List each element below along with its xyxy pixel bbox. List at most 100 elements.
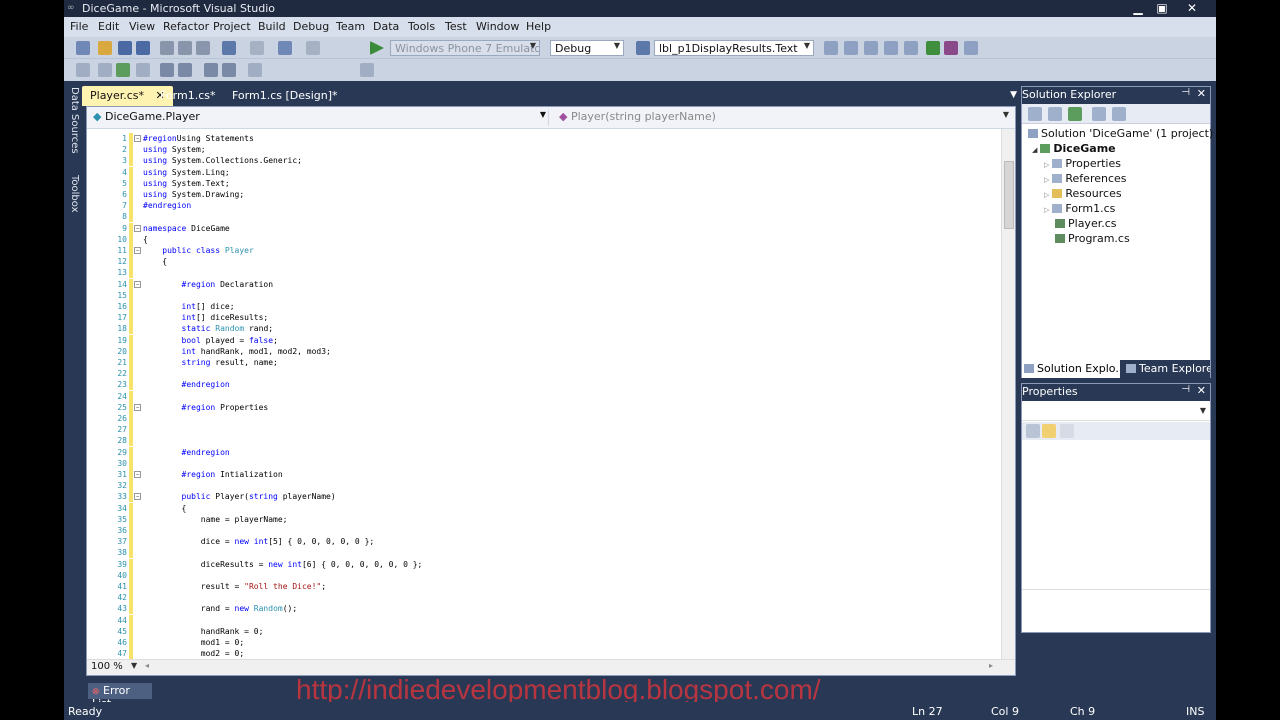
bookmark-icon[interactable] <box>248 63 262 77</box>
tree-project[interactable]: ◢ DiceGame <box>1032 142 1116 155</box>
code-line[interactable]: 39 diceResults = new int[6] { 0, 0, 0, 0… <box>87 558 1001 570</box>
code-line[interactable]: 37 dice = new int[5] { 0, 0, 0, 0, 0 }; <box>87 536 1001 548</box>
code-line[interactable]: 31− #region Intialization <box>87 469 1001 480</box>
code-line[interactable]: 15 <box>87 289 1001 301</box>
collapse-icon[interactable]: ◢ <box>1032 146 1037 154</box>
menu-data[interactable]: Data <box>373 20 399 33</box>
cut-icon[interactable] <box>160 41 174 55</box>
code-line[interactable]: 33− public Player(string playerName) <box>87 491 1001 503</box>
type-dropdown[interactable]: ◆ DiceGame.Player ▼ <box>89 110 549 126</box>
code-line[interactable]: 26 <box>87 413 1001 424</box>
code-line[interactable]: 34 { <box>87 502 1001 514</box>
code-line[interactable]: 41 result = "Roll the Dice!"; <box>87 581 1001 592</box>
menu-test[interactable]: Test <box>445 20 467 33</box>
parameter-info-icon[interactable] <box>98 63 112 77</box>
code-line[interactable]: 1− #regionUsing Statements <box>87 133 1001 144</box>
tab-overflow-icon[interactable]: ▼ <box>1010 90 1017 100</box>
code-line[interactable]: 30 <box>87 457 1001 469</box>
find-combo[interactable]: lbl_p1DisplayResults.Text ▼ <box>654 40 814 56</box>
scroll-right-icon[interactable]: ▸ <box>989 661 993 670</box>
close-icon[interactable]: ✕ <box>1197 87 1206 100</box>
copy-icon[interactable] <box>178 41 192 55</box>
menu-help[interactable]: Help <box>526 20 551 33</box>
tree-player-cs[interactable]: Player.cs <box>1055 217 1117 230</box>
code-line[interactable]: 27 <box>87 424 1001 436</box>
object-select[interactable]: ▼ <box>1022 403 1210 421</box>
properties-window-icon[interactable] <box>844 41 858 55</box>
scroll-thumb[interactable] <box>1004 161 1014 229</box>
redo-icon[interactable] <box>250 41 264 55</box>
collapse-region-icon[interactable]: − <box>134 403 141 411</box>
collapse-region-icon[interactable]: − <box>134 493 141 501</box>
code-line[interactable]: 18 static Random rand; <box>87 323 1001 335</box>
start-debugging-icon[interactable] <box>370 41 384 55</box>
tree-program-cs[interactable]: Program.cs <box>1055 232 1130 245</box>
save-icon[interactable] <box>118 41 132 55</box>
code-line[interactable]: 35 name = playerName; <box>87 513 1001 525</box>
tools-icon[interactable] <box>904 41 918 55</box>
code-line[interactable]: 43 rand = new Random(); <box>87 603 1001 615</box>
code-line[interactable]: 25− #region Properties <box>87 401 1001 413</box>
command-window-icon[interactable] <box>944 41 958 55</box>
code-line[interactable]: 13 <box>87 267 1001 279</box>
menu-window[interactable]: Window <box>476 20 519 33</box>
code-line[interactable]: 22 <box>87 368 1001 380</box>
paste-icon[interactable] <box>196 41 210 55</box>
error-list-tab[interactable]: ⊗ Error List <box>88 683 152 710</box>
code-line[interactable]: 47 mod2 = 0; <box>87 648 1001 659</box>
start-page-icon[interactable] <box>964 41 978 55</box>
tree-references[interactable]: ▷ References <box>1044 172 1127 185</box>
pin-icon[interactable]: ⊣ <box>1181 384 1190 395</box>
code-line[interactable]: 46 mod1 = 0; <box>87 637 1001 648</box>
code-line[interactable]: 20 int handRank, mod1, mod2, mod3; <box>87 345 1001 357</box>
code-line[interactable]: 32 <box>87 480 1001 492</box>
data-sources-tab[interactable]: Data Sources <box>64 87 80 167</box>
vertical-scrollbar[interactable] <box>1001 129 1015 659</box>
tab-form1-cs[interactable]: Form1.cs* <box>152 86 223 106</box>
view-designer-icon[interactable] <box>1112 107 1126 121</box>
alphabetical-icon[interactable] <box>1042 424 1056 438</box>
chevron-down-icon[interactable]: ▼ <box>131 661 137 670</box>
code-line[interactable]: 45 handRank = 0; <box>87 625 1001 637</box>
word-completion-icon[interactable] <box>136 63 150 77</box>
menu-refactor[interactable]: Refactor <box>163 20 209 33</box>
tree-properties[interactable]: ▷ Properties <box>1044 157 1121 170</box>
code-line[interactable]: 2 using System; <box>87 144 1001 156</box>
menu-team[interactable]: Team <box>336 20 365 33</box>
code-line[interactable]: 44 <box>87 614 1001 626</box>
code-line[interactable]: 24 <box>87 390 1001 402</box>
platform-select[interactable]: Windows Phone 7 Emulator ▼ <box>390 40 540 56</box>
member-dropdown[interactable]: ◆ Player(string playerName) ▼ <box>555 110 1011 126</box>
collapse-region-icon[interactable]: − <box>134 224 141 232</box>
code-line[interactable]: 5 using System.Text; <box>87 177 1001 189</box>
code-line[interactable]: 7 #endregion <box>87 200 1001 212</box>
close-icon[interactable]: ✕ <box>1197 384 1206 397</box>
save-all-icon[interactable] <box>136 41 150 55</box>
tree-form1[interactable]: ▷ Form1.cs <box>1044 202 1115 215</box>
decrease-indent-icon[interactable] <box>160 63 174 77</box>
code-line[interactable]: 29 #endregion <box>87 446 1001 458</box>
code-line[interactable]: 17 int[] diceResults; <box>87 312 1001 324</box>
menu-project[interactable]: Project <box>213 20 251 33</box>
scroll-left-icon[interactable]: ◂ <box>145 661 149 670</box>
code-line[interactable]: 38 <box>87 547 1001 559</box>
navigate-forward-icon[interactable] <box>306 41 320 55</box>
toolbox-icon[interactable] <box>884 41 898 55</box>
navigate-back-icon[interactable] <box>278 41 292 55</box>
new-project-icon[interactable] <box>76 41 90 55</box>
collapse-region-icon[interactable]: − <box>134 280 141 288</box>
code-line[interactable]: 40 <box>87 569 1001 581</box>
increase-indent-icon[interactable] <box>178 63 192 77</box>
code-area[interactable]: 1− #regionUsing Statements 2 using System; 3… <box>87 129 1001 659</box>
code-line[interactable]: 10 { <box>87 233 1001 245</box>
tree-resources[interactable]: ▷ Resources <box>1044 187 1122 200</box>
code-line[interactable]: 23 #endregion <box>87 379 1001 391</box>
menu-edit[interactable]: Edit <box>98 20 119 33</box>
tab-solution-explorer[interactable]: Solution Explo... <box>1022 360 1120 378</box>
properties-icon[interactable] <box>1028 107 1042 121</box>
bookmark-window-icon[interactable] <box>360 63 374 77</box>
code-line[interactable]: 8 <box>87 211 1001 223</box>
menu-file[interactable]: File <box>70 20 88 33</box>
menu-debug[interactable]: Debug <box>293 20 329 33</box>
code-line[interactable]: 9− namespace DiceGame <box>87 222 1001 234</box>
